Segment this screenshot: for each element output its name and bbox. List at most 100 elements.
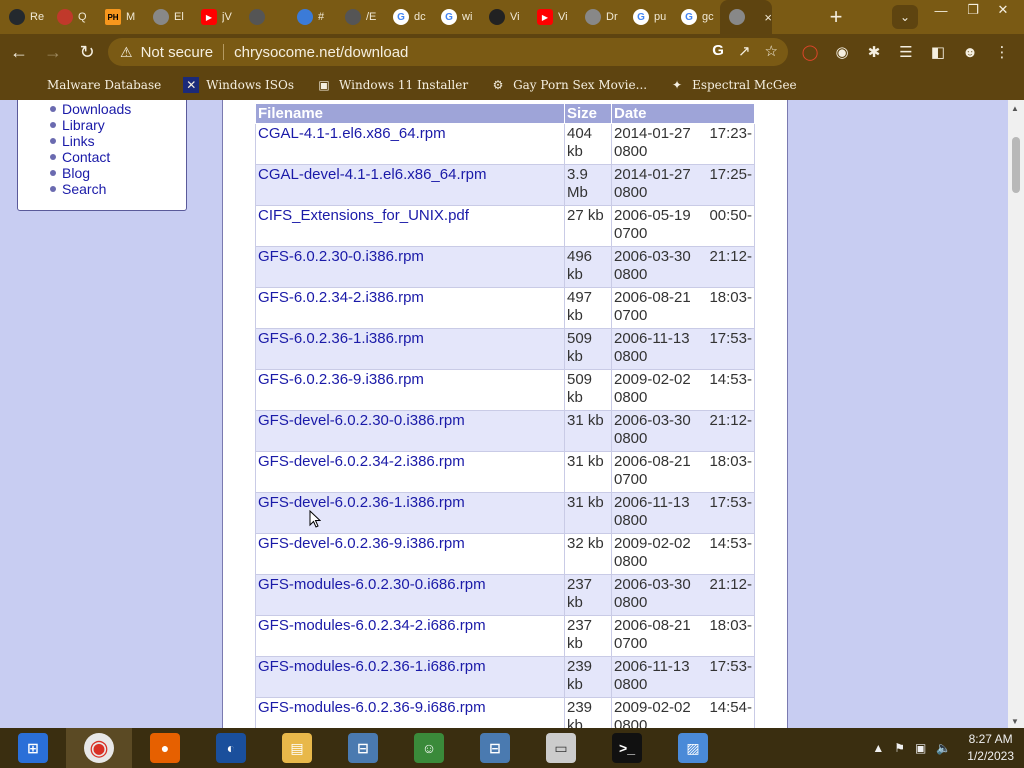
taskbar-app[interactable]: ● <box>132 728 198 768</box>
media-queue-icon[interactable]: ☰ <box>894 40 918 64</box>
close-window-button[interactable]: ✕ <box>986 0 1020 20</box>
restore-button[interactable]: ❐ <box>956 0 990 20</box>
taskbar-app[interactable]: ▭ <box>528 728 594 768</box>
file-link[interactable]: CGAL-4.1-1.el6.x86_64.rpm <box>255 123 565 165</box>
scroll-up-arrow-icon[interactable]: ▲ <box>1011 104 1019 113</box>
bookmark-star-icon[interactable]: ☆ <box>765 42 778 60</box>
taskbar-app[interactable]: ⊟ <box>330 728 396 768</box>
browser-tab[interactable] <box>240 0 288 34</box>
google-icon: G <box>681 9 697 25</box>
flag-icon[interactable]: ⚑ <box>894 741 905 755</box>
network-tray-icon[interactable]: ▣ <box>915 741 926 755</box>
timezone-value: 0800 <box>614 184 648 201</box>
reload-button[interactable]: ↻ <box>72 37 102 67</box>
sidebar-link-downloads[interactable]: Downloads <box>49 101 131 117</box>
back-button[interactable]: ← <box>4 37 34 67</box>
browser-tab[interactable]: /E <box>336 0 384 34</box>
taskbar-app[interactable]: ▨ <box>660 728 726 768</box>
browser-tab[interactable]: El <box>144 0 192 34</box>
sidebar-link-search[interactable]: Search <box>49 181 131 197</box>
file-link[interactable]: GFS-6.0.2.36-1.i386.rpm <box>255 328 565 370</box>
main-content: Filename Size Date CGAL-4.1-1.el6.x86_64… <box>222 100 788 728</box>
file-link[interactable]: GFS-modules-6.0.2.36-9.i686.rpm <box>255 697 565 728</box>
clock-date: 1/2/2023 <box>967 749 1014 763</box>
file-size: 509 kb <box>564 328 612 370</box>
browser-tab[interactable]: Gwi <box>432 0 480 34</box>
sidebar-link-library[interactable]: Library <box>49 117 131 133</box>
file-link[interactable]: CIFS_Extensions_for_UNIX.pdf <box>255 205 565 247</box>
new-tab-button[interactable]: + <box>822 3 850 31</box>
browser-tab[interactable]: × <box>720 0 772 34</box>
table-row: GFS-devel-6.0.2.34-2.i386.rpm 31 kb 2006-0… <box>255 451 755 493</box>
file-size: 31 kb <box>564 492 612 534</box>
google-lens-icon[interactable]: G <box>712 42 724 60</box>
file-link[interactable]: GFS-6.0.2.34-2.i386.rpm <box>255 287 565 329</box>
file-link[interactable]: GFS-devel-6.0.2.34-2.i386.rpm <box>255 451 565 493</box>
file-link[interactable]: GFS-6.0.2.30-0.i386.rpm <box>255 246 565 288</box>
file-link[interactable]: GFS-devel-6.0.2.30-0.i386.rpm <box>255 410 565 452</box>
file-link[interactable]: GFS-devel-6.0.2.36-1.i386.rpm <box>255 492 565 534</box>
browser-tab[interactable]: Vi <box>480 0 528 34</box>
sidebar-link-contact[interactable]: Contact <box>49 149 131 165</box>
profile-extension-icon[interactable]: ◉ <box>830 40 854 64</box>
menu-kebab-icon[interactable]: ⋮ <box>990 40 1014 64</box>
show-hidden-icons-icon[interactable]: ▲ <box>872 741 884 755</box>
vertical-scrollbar[interactable]: ▲ ▼ <box>1008 100 1024 728</box>
volume-icon[interactable]: 🔈 <box>936 741 951 755</box>
browser-tab[interactable]: Re <box>0 0 48 34</box>
browser-tab[interactable]: Gpu <box>624 0 672 34</box>
browser-tab[interactable]: Dr <box>576 0 624 34</box>
taskbar-app[interactable]: ◐ <box>198 728 264 768</box>
io-icon <box>489 9 505 25</box>
bookmark-item[interactable]: ✕ Windows ISOs <box>175 77 302 93</box>
file-link[interactable]: GFS-modules-6.0.2.30-0.i686.rpm <box>255 574 565 616</box>
browser-tab[interactable]: PH M <box>96 0 144 34</box>
taskbar-app[interactable]: ▤ <box>264 728 330 768</box>
taskbar-app[interactable]: ⊞ <box>0 728 66 768</box>
sidebar-link-blog[interactable]: Blog <box>49 165 131 181</box>
profile-avatar-icon[interactable]: ☻ <box>958 40 982 64</box>
scroll-down-arrow-icon[interactable]: ▼ <box>1011 717 1019 726</box>
file-link[interactable]: GFS-modules-6.0.2.36-1.i686.rpm <box>255 656 565 698</box>
browser-tab[interactable]: # <box>288 0 336 34</box>
taskbar-app[interactable]: ☺ <box>396 728 462 768</box>
time-value: 17:25- <box>709 166 752 183</box>
file-link[interactable]: CGAL-devel-4.1-1.el6.x86_64.rpm <box>255 164 565 206</box>
forward-button[interactable]: → <box>38 37 68 67</box>
taskbar-app[interactable]: >_ <box>594 728 660 768</box>
time-value: 17:53- <box>709 658 752 675</box>
file-size: 31 kb <box>564 451 612 493</box>
security-label[interactable]: Not secure <box>141 44 214 61</box>
close-tab-icon[interactable]: × <box>764 10 772 25</box>
taskbar-app[interactable]: ◉ <box>66 728 132 768</box>
address-bar[interactable]: ⚠ Not secure chrysocome.net/download G ↗… <box>108 38 788 66</box>
taskbar-app[interactable]: ⊟ <box>462 728 528 768</box>
browser-tab[interactable]: Gdc <box>384 0 432 34</box>
url-text[interactable]: chrysocome.net/download <box>234 44 408 61</box>
share-icon[interactable]: ↗ <box>738 42 751 60</box>
bookmark-item[interactable]: Malware Database <box>16 77 169 93</box>
warning-icon[interactable]: ⚠ <box>120 44 133 61</box>
date-time-line: 2009-02-02 14:53- <box>614 371 752 389</box>
browser-tab[interactable]: ▶ Vi <box>528 0 576 34</box>
file-link[interactable]: GFS-6.0.2.36-9.i386.rpm <box>255 369 565 411</box>
sidebar-link-links[interactable]: Links <box>49 133 131 149</box>
extensions-puzzle-icon[interactable]: ✱ <box>862 40 886 64</box>
clock[interactable]: 8:27 AM 1/2/2023 <box>967 731 1014 765</box>
time-value: 14:53- <box>709 371 752 388</box>
side-panel-icon[interactable]: ◧ <box>926 40 950 64</box>
browser-tab[interactable]: Q <box>48 0 96 34</box>
scrollbar-thumb[interactable] <box>1012 137 1020 193</box>
bookmark-item[interactable]: ✦ Espectral McGee <box>661 77 805 93</box>
bookmark-item[interactable]: ⚙ Gay Porn Sex Movie... <box>482 77 655 93</box>
file-size: 239 kb <box>564 697 612 728</box>
file-link[interactable]: GFS-devel-6.0.2.36-9.i386.rpm <box>255 533 565 575</box>
bookmark-item[interactable]: ▣ Windows 11 Installer <box>308 77 476 93</box>
minimize-button[interactable]: — <box>924 0 958 20</box>
file-link[interactable]: GFS-modules-6.0.2.34-2.i686.rpm <box>255 615 565 657</box>
extension-circle-icon[interactable]: ◯ <box>798 40 822 64</box>
tab-search-button[interactable]: ⌄ <box>892 5 918 29</box>
file-date: 2006-11-13 17:53- 0800 <box>611 492 755 534</box>
browser-tab[interactable]: Ggc <box>672 0 720 34</box>
browser-tab[interactable]: ▶ jV <box>192 0 240 34</box>
